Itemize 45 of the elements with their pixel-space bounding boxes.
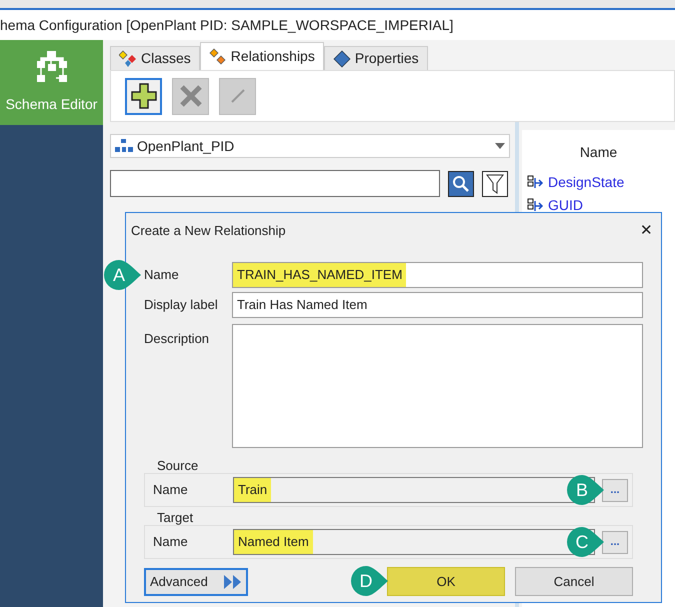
close-button[interactable]: ✕ bbox=[640, 220, 653, 242]
tab[interactable]: Classes bbox=[110, 46, 200, 70]
filter-button[interactable] bbox=[482, 170, 508, 196]
plus-icon bbox=[130, 82, 158, 110]
double-arrow-icon bbox=[224, 574, 242, 590]
caret-icon bbox=[495, 143, 505, 149]
callout-marker: B bbox=[565, 473, 605, 507]
window-title: hema Configuration [OpenPlant PID: SAMPLE_WORSPACE_IMPERIAL] bbox=[0, 16, 454, 35]
callout-marker: C bbox=[565, 525, 605, 559]
diamond-icon bbox=[332, 50, 351, 68]
group-title: Target bbox=[157, 510, 194, 525]
field-label: Description bbox=[144, 330, 210, 348]
shapes-icon bbox=[208, 48, 227, 66]
field-label: Display label bbox=[144, 296, 219, 314]
close-icon bbox=[178, 83, 204, 109]
field-label: Name bbox=[144, 266, 180, 284]
browse-button[interactable]: ... bbox=[602, 530, 628, 554]
tab[interactable]: Properties bbox=[324, 46, 428, 70]
dialog-title: Create a New Relationship bbox=[131, 222, 286, 240]
text-field[interactable]: TRAIN_HAS_NAMED_ITEM bbox=[232, 262, 643, 288]
filter-icon bbox=[486, 174, 504, 194]
field-label: Name bbox=[153, 481, 189, 500]
text-field[interactable]: Train Has Named Item bbox=[232, 292, 643, 318]
callout-marker: A bbox=[102, 258, 142, 292]
hierarchy-icon bbox=[115, 139, 133, 153]
dialog-button[interactable]: Cancel bbox=[515, 567, 633, 596]
callout-marker: D bbox=[349, 564, 389, 598]
field-label: Name bbox=[153, 533, 189, 552]
search-icon bbox=[452, 174, 470, 192]
group-title: Source bbox=[157, 458, 200, 473]
description-field[interactable] bbox=[232, 324, 643, 448]
property-item[interactable]: GUID bbox=[522, 194, 675, 217]
search-button[interactable] bbox=[448, 170, 474, 196]
schema-dropdown[interactable]: OpenPlant_PID bbox=[110, 134, 510, 158]
property-icon bbox=[526, 198, 544, 214]
advanced-button[interactable]: Advanced bbox=[144, 568, 248, 596]
dialog-button[interactable]: OK bbox=[387, 567, 505, 596]
add-button[interactable] bbox=[125, 78, 162, 114]
tab[interactable]: Relationships bbox=[200, 42, 324, 70]
property-item[interactable]: DesignState bbox=[522, 171, 675, 194]
search-field[interactable] bbox=[110, 170, 440, 197]
browse-button[interactable]: ... bbox=[602, 478, 628, 502]
column-header: Name bbox=[580, 143, 618, 162]
shapes-icon bbox=[119, 50, 137, 68]
property-icon bbox=[526, 174, 544, 190]
